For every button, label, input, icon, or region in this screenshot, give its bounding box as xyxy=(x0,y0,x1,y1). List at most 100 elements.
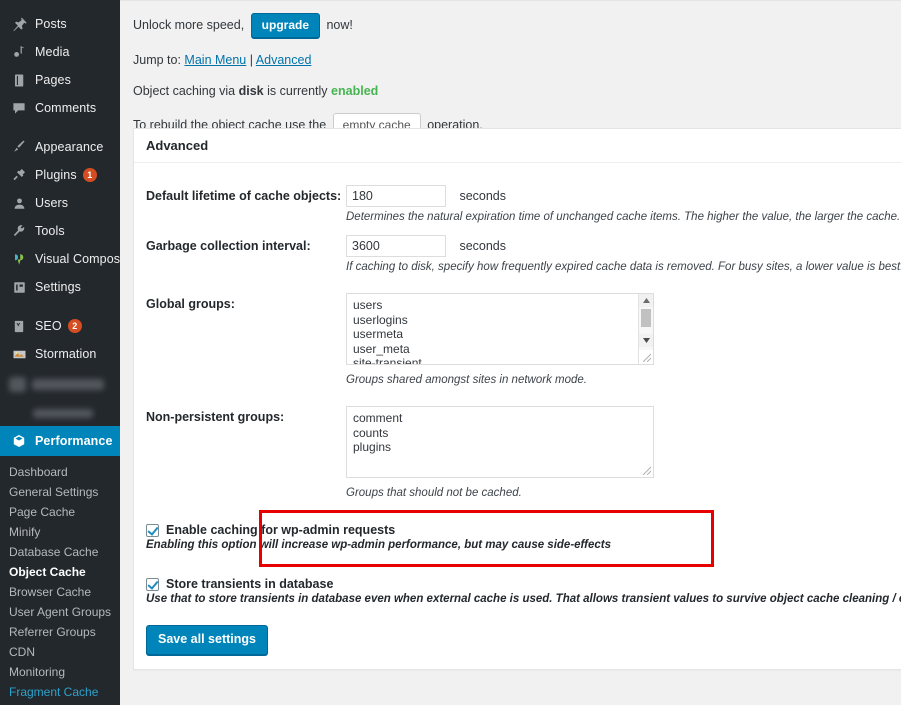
status-prefix-text: Object caching via xyxy=(133,84,236,98)
submenu-item-dashboard[interactable]: Dashboard xyxy=(0,462,120,482)
submenu-item-user-agent-groups[interactable]: User Agent Groups xyxy=(0,602,120,622)
sidebar-item-redacted-1[interactable] xyxy=(0,368,120,400)
sidebar-badge-seo: 2 xyxy=(67,319,82,333)
field-hint: Groups that should not be cached. xyxy=(346,487,522,499)
field-label: Global groups: xyxy=(146,297,235,311)
plug-icon xyxy=(9,166,29,184)
upgrade-prefix-text: Unlock more speed, xyxy=(133,17,245,32)
sidebar-item-stormation[interactable]: Stormation xyxy=(0,340,120,368)
default-lifetime-input[interactable] xyxy=(346,185,446,207)
garbage-collection-input[interactable] xyxy=(346,235,446,257)
wpadmin-caching-checkbox[interactable] xyxy=(146,523,159,537)
scroll-down-icon[interactable] xyxy=(639,334,653,347)
nonpersistent-groups-wrapper: comment counts plugins xyxy=(346,406,654,478)
jump-to-line: Jump to: Main Menu | Advanced xyxy=(133,51,901,69)
sidebar-item-redacted-2[interactable] xyxy=(0,400,120,426)
panel-body: Default lifetime of cache objects: secon… xyxy=(134,163,901,669)
resize-grip-icon[interactable] xyxy=(639,350,653,364)
sidebar-item-appearance[interactable]: Appearance xyxy=(0,133,120,161)
field-row-nonpersistent-groups: Non-persistent groups: comment counts pl… xyxy=(134,388,901,501)
brush-icon xyxy=(9,138,29,156)
global-groups-wrapper: users userlogins usermeta user_meta site… xyxy=(346,293,654,365)
redacted-label xyxy=(33,408,93,418)
admin-sidebar: Posts Media Pages Comments Appearance Pl… xyxy=(0,0,120,705)
sidebar-item-settings[interactable]: Settings xyxy=(0,273,120,301)
sidebar-item-label: SEO xyxy=(35,318,62,333)
resize-grip-icon[interactable] xyxy=(639,463,653,477)
submenu-item-minify[interactable]: Minify xyxy=(0,522,120,542)
checkbox-description: Use that to store transients in database… xyxy=(146,593,901,605)
field-unit: seconds xyxy=(459,239,507,253)
sidebar-item-label: Plugins xyxy=(35,167,77,182)
media-icon xyxy=(9,43,29,61)
settings-icon xyxy=(9,278,29,296)
field-label: Garbage collection interval: xyxy=(146,239,311,253)
nonpersistent-groups-textarea[interactable]: comment counts plugins xyxy=(346,406,654,478)
sidebar-item-label: Settings xyxy=(35,279,81,294)
redacted-label xyxy=(32,378,104,390)
status-state-text: enabled xyxy=(331,84,379,98)
field-control: users userlogins usermeta user_meta site… xyxy=(346,293,901,388)
jump-link-main-menu[interactable]: Main Menu xyxy=(184,53,246,67)
field-hint: If caching to disk, specify how frequent… xyxy=(346,261,901,273)
field-hint: Groups shared amongst sites in network m… xyxy=(346,374,587,386)
sidebar-item-posts[interactable]: Posts xyxy=(0,10,120,38)
wrench-icon xyxy=(9,222,29,240)
submenu-item-referrer-groups[interactable]: Referrer Groups xyxy=(0,622,120,642)
submenu-item-general-settings[interactable]: General Settings xyxy=(0,482,120,502)
sidebar-item-label: Tools xyxy=(35,223,65,238)
sidebar-item-media[interactable]: Media xyxy=(0,38,120,66)
store-transients-checkbox[interactable] xyxy=(146,577,159,591)
sidebar-item-seo[interactable]: SEO 2 xyxy=(0,312,120,340)
global-groups-textarea[interactable]: users userlogins usermeta user_meta site… xyxy=(346,293,654,365)
submenu-item-fragment-cache[interactable]: Fragment Cache xyxy=(0,682,120,702)
field-label: Non-persistent groups: xyxy=(146,410,285,424)
submenu-item-monitoring[interactable]: Monitoring xyxy=(0,662,120,682)
submenu-item-database-cache[interactable]: Database Cache xyxy=(0,542,120,562)
save-button-wrapper: Save all settings xyxy=(134,607,901,655)
submenu-item-page-cache[interactable]: Page Cache xyxy=(0,502,120,522)
field-label: Default lifetime of cache objects: xyxy=(146,189,342,203)
field-unit: seconds xyxy=(459,189,507,203)
checkbox-line: Enable caching for wp-admin requests xyxy=(146,523,901,537)
sidebar-menu-top: Posts Media Pages Comments Appearance Pl… xyxy=(0,0,120,426)
jump-link-advanced[interactable]: Advanced xyxy=(256,53,312,67)
performance-icon xyxy=(9,432,29,450)
redacted-icon xyxy=(9,376,26,392)
page-icon xyxy=(9,71,29,89)
sidebar-item-visual-composer[interactable]: Visual Composer xyxy=(0,245,120,273)
cache-status-line: Object caching via disk is currently ena… xyxy=(133,82,901,100)
intro-block: Unlock more speed, upgrade now! Jump to:… xyxy=(120,1,901,138)
main-content: Unlock more speed, upgrade now! Jump to:… xyxy=(120,0,901,705)
jump-separator: | xyxy=(249,53,253,67)
field-row-default-lifetime: Default lifetime of cache objects: secon… xyxy=(134,175,901,225)
checkbox-row-wpadmin-caching: Enable caching for wp-admin requests Ena… xyxy=(134,501,901,553)
sidebar-item-users[interactable]: Users xyxy=(0,189,120,217)
submenu-item-browser-cache[interactable]: Browser Cache xyxy=(0,582,120,602)
submenu-item-cdn[interactable]: CDN xyxy=(0,642,120,662)
checkbox-row-store-transients: Store transients in database Use that to… xyxy=(134,553,901,607)
stormation-icon xyxy=(9,345,29,363)
sidebar-item-plugins[interactable]: Plugins 1 xyxy=(0,161,120,189)
save-all-settings-button[interactable]: Save all settings xyxy=(146,625,268,655)
submenu-item-object-cache[interactable]: Object Cache xyxy=(0,562,120,582)
sidebar-item-performance[interactable]: Performance xyxy=(0,426,120,456)
performance-submenu: Dashboard General Settings Page Cache Mi… xyxy=(0,456,120,705)
sidebar-item-label: Performance xyxy=(35,433,113,448)
status-engine-text: disk xyxy=(238,84,264,98)
checkbox-line: Store transients in database xyxy=(146,577,901,591)
sidebar-item-comments[interactable]: Comments xyxy=(0,94,120,122)
sidebar-item-tools[interactable]: Tools xyxy=(0,217,120,245)
sidebar-separator-1 xyxy=(0,122,120,133)
scrollbar-thumb[interactable] xyxy=(641,309,651,327)
sidebar-item-label: Stormation xyxy=(35,346,97,361)
upgrade-button[interactable]: upgrade xyxy=(250,13,320,38)
seo-icon xyxy=(9,317,29,335)
sidebar-item-label: Pages xyxy=(35,72,71,87)
scroll-up-icon[interactable] xyxy=(639,294,653,307)
panel-title: Advanced xyxy=(134,129,901,163)
sidebar-item-pages[interactable]: Pages xyxy=(0,66,120,94)
sidebar-item-label: Users xyxy=(35,195,69,210)
checkbox-description: Enabling this option will increase wp-ad… xyxy=(146,539,612,551)
sidebar-item-label: Posts xyxy=(35,16,67,31)
